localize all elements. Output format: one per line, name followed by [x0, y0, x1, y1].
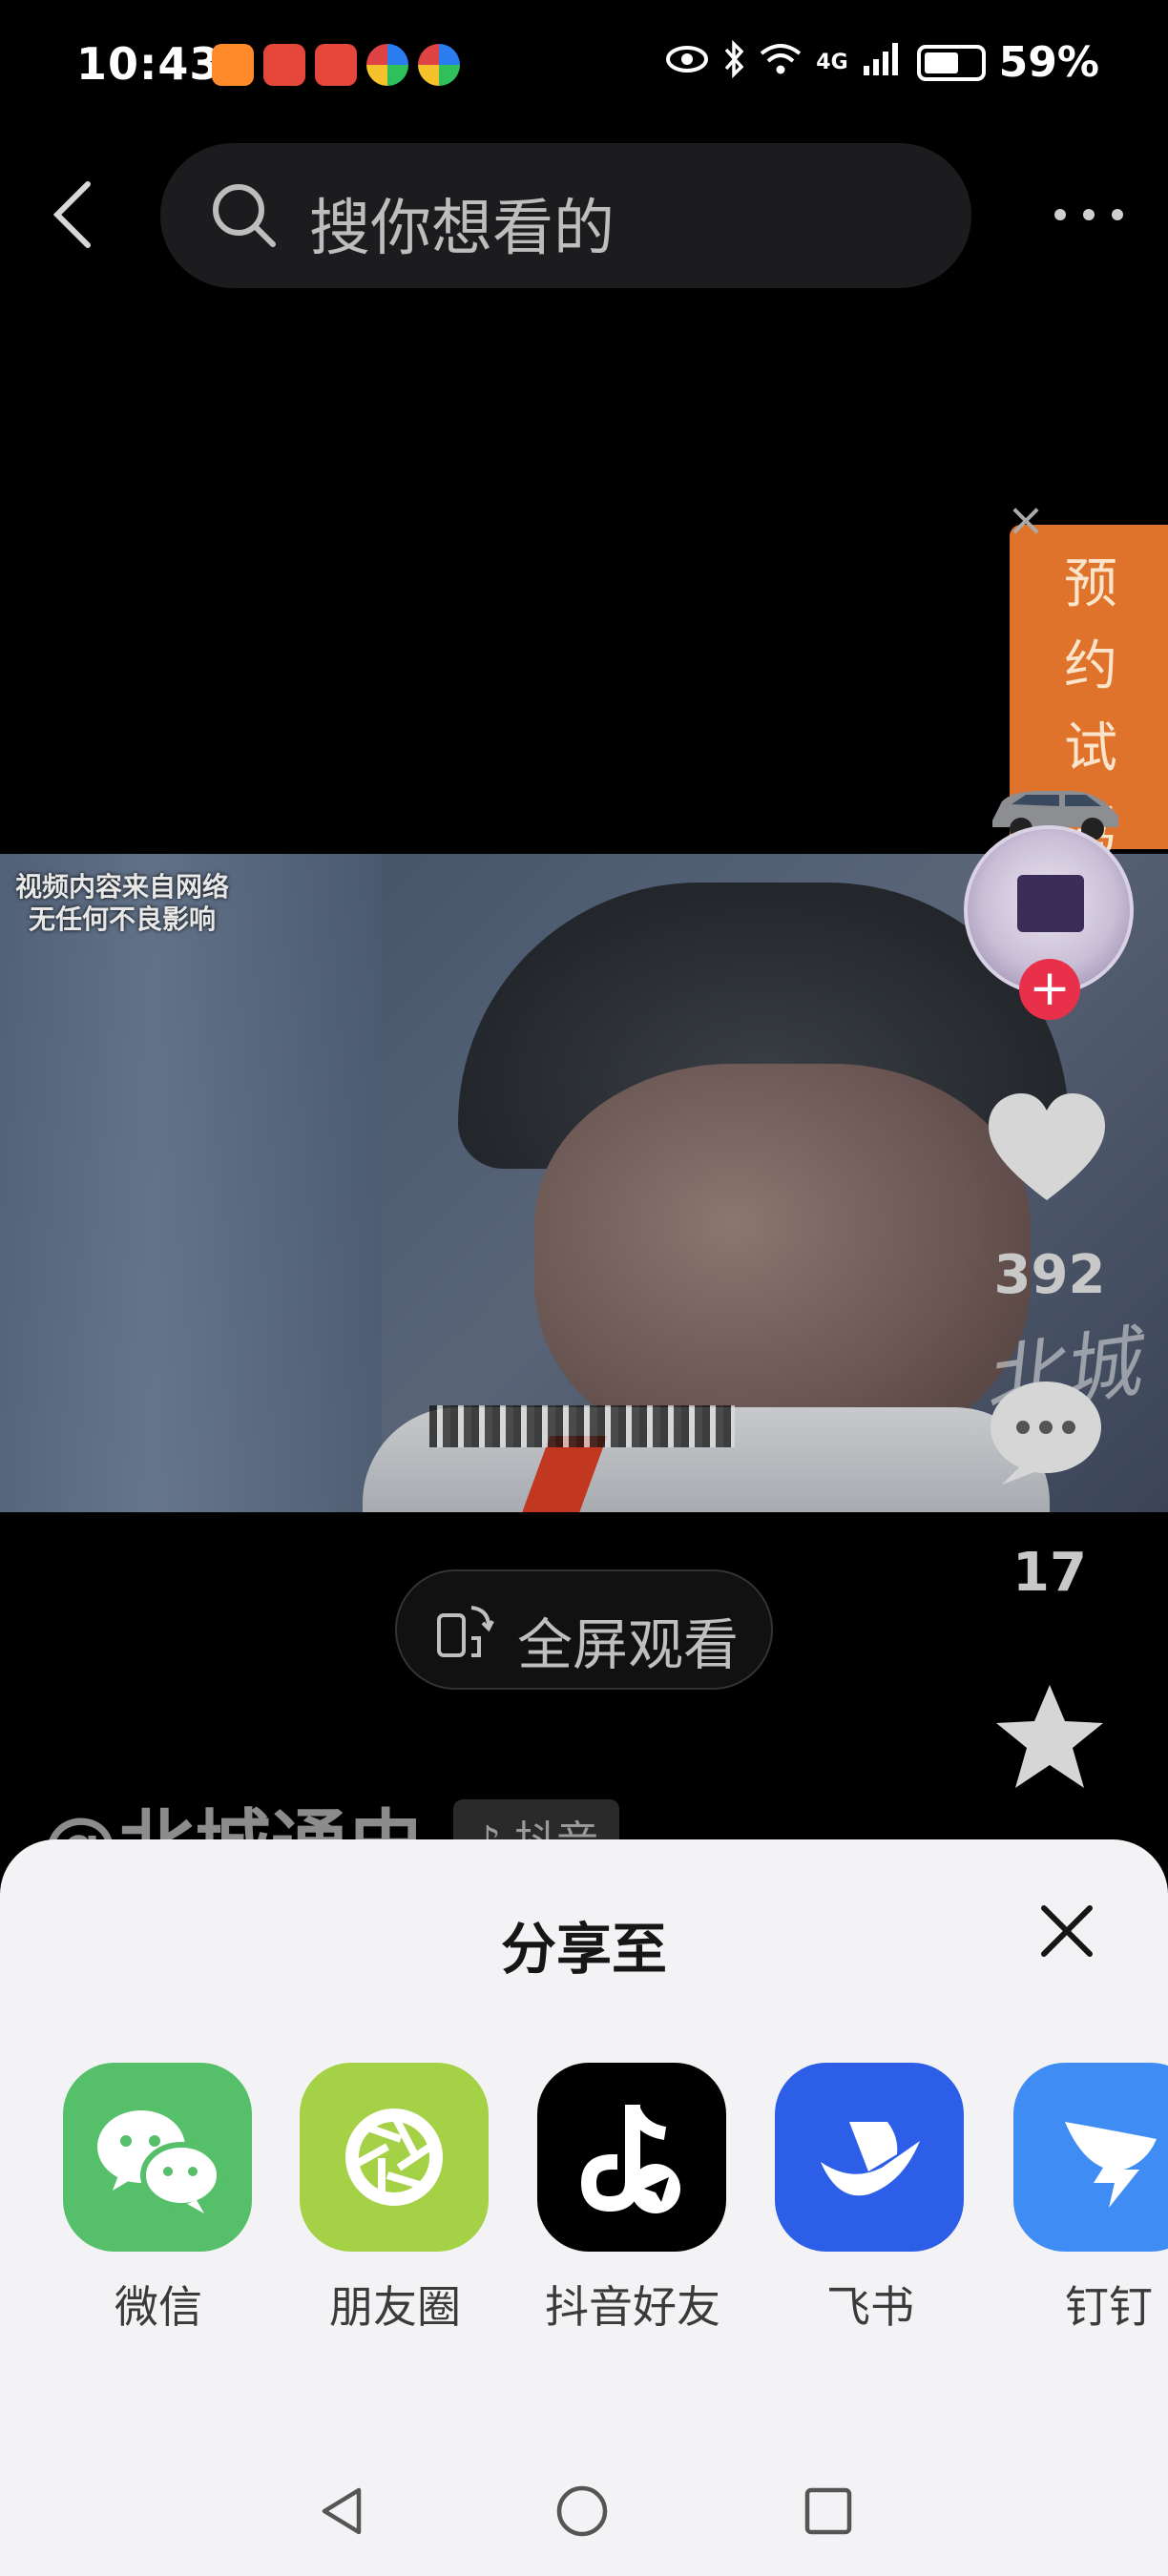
share-target-wechat[interactable]: 微信: [63, 2063, 254, 2339]
status-notification-icons: [212, 44, 460, 86]
system-nav-bar: [0, 2450, 1168, 2576]
search-input[interactable]: 搜你想看的: [160, 143, 971, 288]
app-notification-icon: [366, 44, 408, 86]
rotate-screen-icon: [433, 1600, 494, 1661]
app-notification-icon: [212, 44, 254, 86]
book-icon: [1017, 875, 1084, 932]
like-button[interactable]: [985, 1088, 1109, 1212]
share-target-douyin-friend[interactable]: 抖音好友: [537, 2063, 728, 2339]
bluetooth-icon: [722, 39, 745, 85]
network-type: 4G: [816, 50, 848, 74]
back-button[interactable]: [38, 177, 115, 253]
signal-icon: [862, 41, 904, 84]
app-notification-icon: [418, 44, 460, 86]
wechat-icon: [63, 2063, 252, 2252]
app-notification-icon: [263, 44, 305, 86]
share-target-moments[interactable]: 朋友圈: [300, 2063, 490, 2339]
comment-bubble-icon: [991, 1381, 1101, 1485]
share-sheet-title: 分享至: [500, 1917, 667, 1982]
comment-button[interactable]: [983, 1374, 1116, 1488]
moments-icon: [300, 2063, 489, 2252]
subtitle-bar: [429, 1405, 735, 1447]
share-target-dingtalk[interactable]: 钉钉: [1013, 2063, 1168, 2339]
close-icon: [1041, 1905, 1093, 1957]
watermark-line1: 视频内容来自网络: [15, 871, 230, 903]
battery-level: 59%: [998, 38, 1099, 87]
follow-button[interactable]: +: [1019, 959, 1080, 1020]
dingtalk-icon: [1013, 2063, 1168, 2252]
share-target-label: 微信: [115, 2281, 202, 2333]
share-close-button[interactable]: [1032, 1897, 1101, 1965]
share-target-label: 朋友圈: [329, 2281, 461, 2333]
nav-back-button[interactable]: [313, 2483, 370, 2540]
status-time: 10:43: [76, 38, 221, 90]
ad-close-button[interactable]: ×: [1002, 491, 1050, 549]
share-target-label: 钉钉: [1065, 2281, 1153, 2333]
star-icon: [996, 1685, 1103, 1788]
square-recents-icon: [804, 2487, 852, 2535]
back-arrow-icon: [52, 181, 91, 248]
top-bar: 搜你想看的: [0, 143, 1168, 288]
eye-icon: [665, 45, 709, 80]
douyin-icon: [537, 2063, 726, 2252]
like-count: 392: [993, 1244, 1106, 1306]
more-dots-icon: [1054, 209, 1123, 220]
feishu-icon: [775, 2063, 964, 2252]
circle-home-icon: [556, 2485, 608, 2537]
favorite-button[interactable]: [991, 1679, 1109, 1797]
share-target-label: 飞书: [826, 2281, 914, 2333]
nav-home-button[interactable]: [553, 2483, 611, 2540]
search-icon: [206, 177, 282, 254]
more-options-button[interactable]: [1046, 181, 1132, 248]
wifi-icon: [759, 42, 803, 83]
app-notification-icon: [315, 44, 357, 86]
share-target-label: 抖音好友: [545, 2281, 720, 2333]
fullscreen-label: 全屏观看: [517, 1612, 740, 1677]
battery-icon: [916, 44, 986, 81]
screen: 10:43 4G 59% 搜你想看的 视频内容来自网络 无任何不良影响 预约试 …: [0, 0, 1168, 2576]
fullscreen-button[interactable]: 全屏观看: [395, 1569, 773, 1690]
share-target-feishu[interactable]: 飞书: [775, 2063, 966, 2339]
heart-icon: [989, 1093, 1105, 1200]
video-background: [0, 854, 382, 1512]
share-targets: 微信 朋友圈 抖音好友 飞书 钉钉: [0, 2063, 1168, 2333]
search-placeholder: 搜你想看的: [309, 194, 615, 264]
status-bar: 10:43 4G 59%: [0, 0, 1168, 134]
comment-count: 17: [1012, 1542, 1087, 1604]
video-watermark: 视频内容来自网络 无任何不良影响: [15, 871, 229, 936]
watermark-line2: 无任何不良影响: [29, 904, 217, 935]
nav-recents-button[interactable]: [800, 2483, 857, 2540]
status-indicators: 4G 59%: [665, 38, 1099, 87]
triangle-back-icon: [322, 2487, 362, 2535]
